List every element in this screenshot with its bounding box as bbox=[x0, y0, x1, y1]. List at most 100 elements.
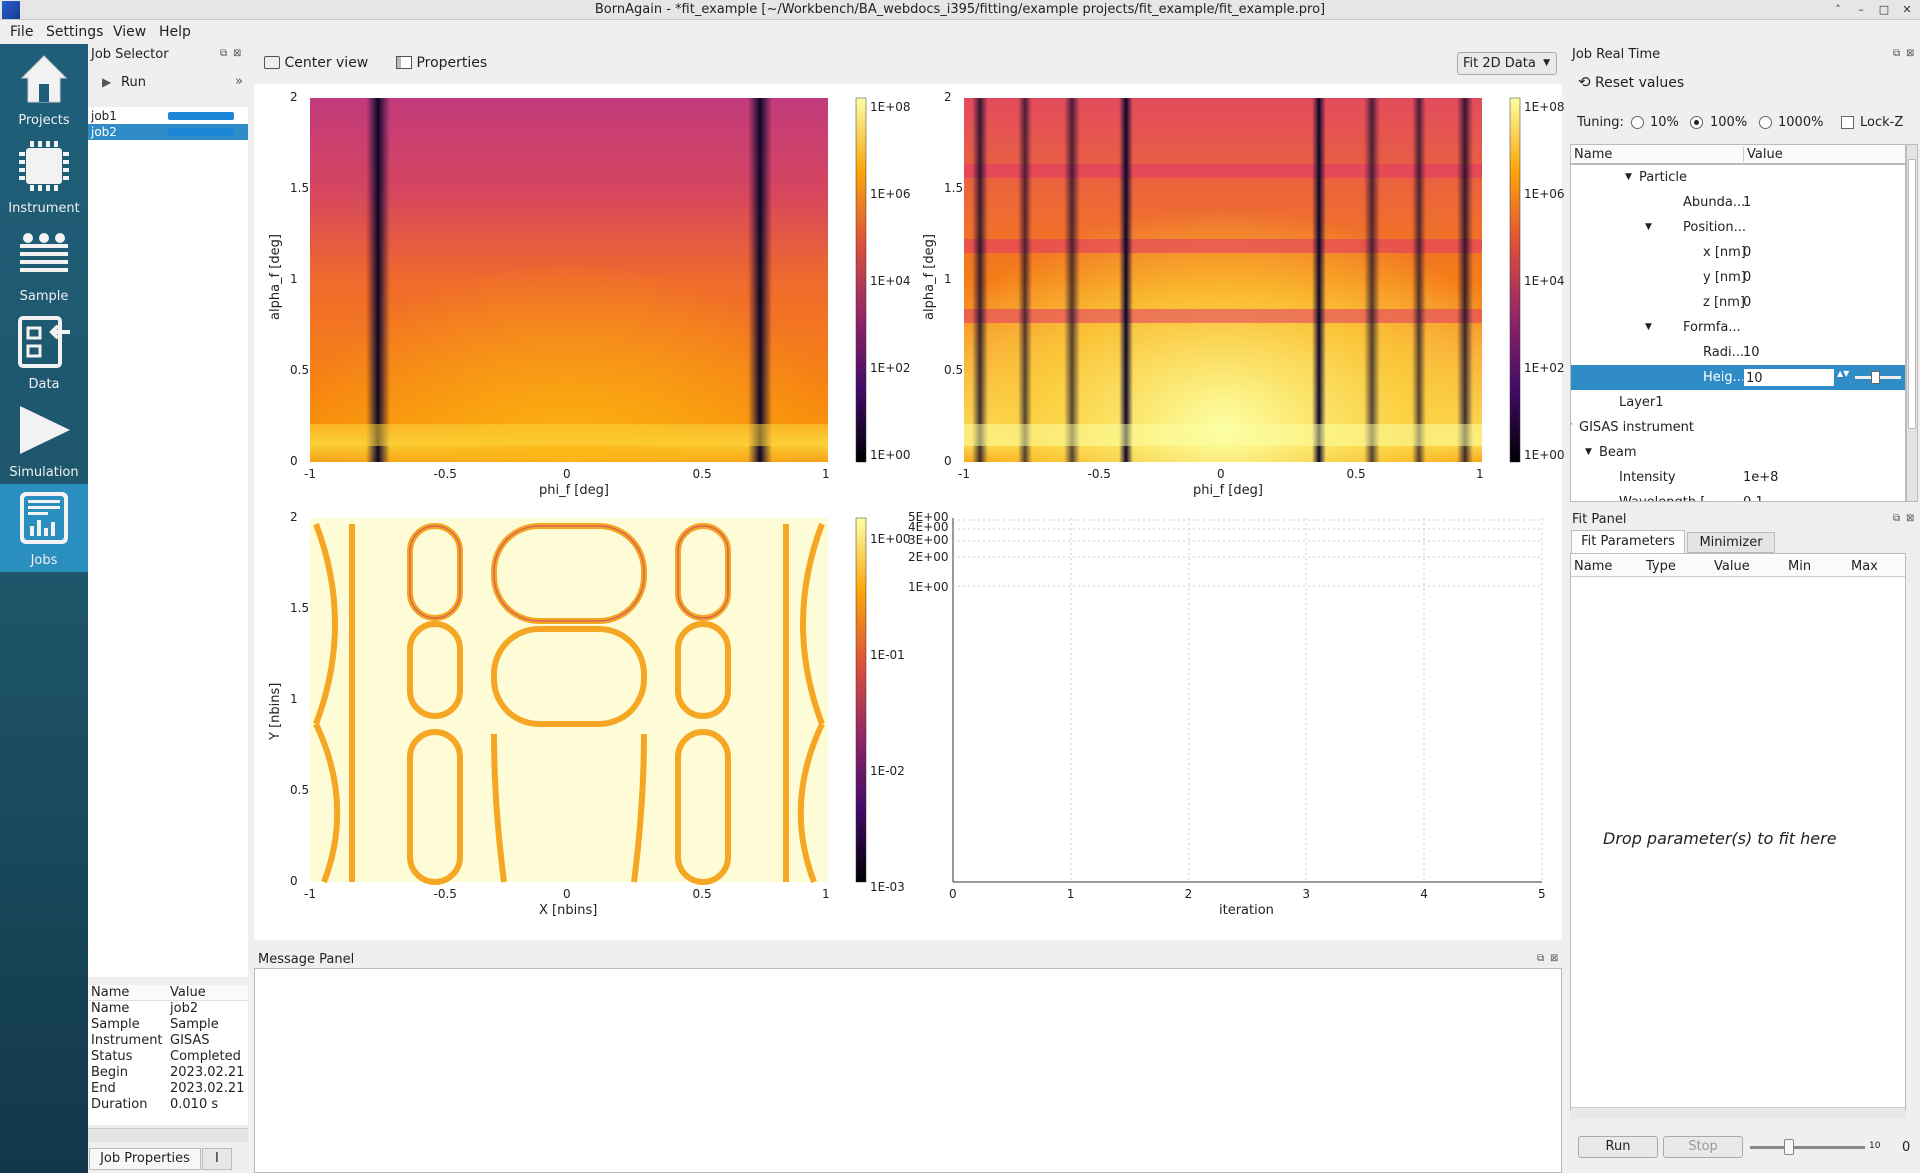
close-icon[interactable]: ⊠ bbox=[1906, 48, 1914, 59]
job-item-job1[interactable]: job1 bbox=[88, 108, 248, 124]
close-icon[interactable]: ⊠ bbox=[1550, 953, 1558, 964]
center-view-button[interactable]: Center view bbox=[264, 55, 368, 71]
tree-row[interactable]: Heig... ▲▼ 10 bbox=[1571, 365, 1905, 390]
y-tick-label: 1E+00 bbox=[908, 580, 949, 594]
tab-job-properties[interactable]: Job Properties bbox=[89, 1148, 201, 1170]
reset-values-button[interactable]: ⟲ Reset values bbox=[1578, 73, 1684, 91]
slider-max-label: 10 bbox=[1869, 1141, 1881, 1151]
sidebar-item-sample[interactable]: Sample bbox=[0, 220, 88, 308]
heatmap-top-left bbox=[310, 98, 828, 462]
tree-header: Name Value bbox=[1570, 144, 1906, 164]
horizontal-scrollbar[interactable] bbox=[88, 1128, 248, 1142]
tree-row[interactable]: Radi... 10 bbox=[1571, 340, 1905, 365]
fit-stop-button[interactable]: Stop bbox=[1663, 1136, 1743, 1158]
table-row[interactable]: End 2023.02.21 bbox=[88, 1081, 248, 1097]
table-row[interactable]: Instrument GISAS bbox=[88, 1033, 248, 1049]
float-icon[interactable]: ⧉ bbox=[1893, 513, 1900, 524]
tree-row[interactable]: Wavelength [0.1 bbox=[1571, 490, 1905, 501]
table-row[interactable]: Name job2 bbox=[88, 1001, 248, 1017]
tree-row-name: y [nm] bbox=[1703, 270, 1746, 285]
run-button[interactable]: Run bbox=[121, 75, 146, 90]
value-slider[interactable] bbox=[1855, 371, 1901, 384]
sidebar-item-simulation[interactable]: Simulation bbox=[0, 396, 88, 484]
tree-row-name: Heig... bbox=[1703, 370, 1746, 385]
slider-handle[interactable] bbox=[1784, 1139, 1794, 1155]
close-icon[interactable]: ⊠ bbox=[233, 48, 241, 59]
tree-row[interactable]: ▼ Formfa... bbox=[1571, 315, 1905, 340]
x-tick-label: 0.5 bbox=[692, 467, 712, 481]
tree-row[interactable]: Layer1 bbox=[1571, 390, 1905, 415]
window-shade-button[interactable]: ˄ bbox=[1830, 2, 1846, 18]
spinbox-arrows-icon[interactable]: ▲▼ bbox=[1837, 369, 1849, 387]
window-close-button[interactable]: ✕ bbox=[1899, 2, 1915, 18]
table-cell: End bbox=[91, 1081, 116, 1096]
slider-handle[interactable] bbox=[1871, 371, 1880, 384]
tree-row[interactable]: ▼ Beam bbox=[1571, 440, 1905, 465]
table-cell: 2023.02.21 bbox=[170, 1081, 245, 1096]
message-panel[interactable] bbox=[254, 968, 1562, 1173]
x-tick-label: 4 bbox=[1420, 887, 1428, 901]
sidebar-item-data[interactable]: Data bbox=[0, 308, 88, 396]
tab-minimizer[interactable]: Minimizer bbox=[1687, 532, 1775, 553]
tree-row[interactable]: Intensity 1e+8 bbox=[1571, 465, 1905, 490]
sidebar-item-jobs[interactable]: Jobs bbox=[0, 484, 88, 572]
tree-row-name: Particle bbox=[1639, 170, 1688, 185]
x-tick-label: 0 bbox=[949, 887, 957, 901]
tree-row[interactable]: ▼ Position... bbox=[1571, 215, 1905, 240]
menu-view[interactable]: View bbox=[113, 24, 146, 40]
sidebar-item-instrument[interactable]: Instrument bbox=[0, 132, 88, 220]
drop-placeholder: Drop parameter(s) to fit here bbox=[1603, 829, 1837, 848]
window-minimize-button[interactable]: – bbox=[1853, 2, 1869, 18]
menu-help[interactable]: Help bbox=[159, 24, 191, 40]
menu-settings[interactable]: Settings bbox=[46, 24, 103, 40]
expand-arrow-icon[interactable]: ▼ bbox=[1625, 165, 1632, 190]
tab-fit-parameters[interactable]: Fit Parameters bbox=[1571, 530, 1685, 553]
colorbar-tick-label: 1E-01 bbox=[870, 648, 905, 662]
table-row[interactable]: Status Completed bbox=[88, 1049, 248, 1065]
fit-run-button[interactable]: Run bbox=[1578, 1136, 1658, 1158]
sidebar-item-projects[interactable]: Projects bbox=[0, 44, 88, 132]
properties-button[interactable]: Properties bbox=[396, 55, 487, 71]
more-button[interactable]: » bbox=[235, 74, 243, 89]
height-value-editor[interactable]: 10 bbox=[1743, 368, 1835, 387]
tab-second[interactable]: I bbox=[202, 1148, 232, 1170]
interval-slider[interactable] bbox=[1750, 1146, 1865, 1149]
menu-file[interactable]: File bbox=[10, 24, 33, 40]
float-icon[interactable]: ⧉ bbox=[1893, 48, 1900, 59]
horizontal-scrollbar[interactable] bbox=[1571, 1107, 1905, 1119]
fit-parameters-area[interactable]: Name Type Value Min Max Drop parameter(s… bbox=[1570, 553, 1906, 1119]
fit-panel-title: Fit Panel bbox=[1572, 512, 1627, 527]
tree-row-value: 0 bbox=[1743, 245, 1752, 260]
table-row[interactable]: Sample Sample bbox=[88, 1017, 248, 1033]
vertical-scrollbar[interactable] bbox=[1906, 144, 1918, 502]
float-icon[interactable]: ⧉ bbox=[220, 48, 227, 59]
float-icon[interactable]: ⧉ bbox=[1537, 953, 1544, 964]
sidebar-item-label: Sample bbox=[19, 289, 69, 304]
tuning-radio-100[interactable] bbox=[1690, 116, 1703, 129]
expand-arrow-icon[interactable]: ▼ bbox=[1571, 415, 1572, 440]
tree-row-name: Layer1 bbox=[1619, 395, 1664, 410]
job-realtime-title: Job Real Time bbox=[1572, 47, 1661, 62]
x-tick-label: -0.5 bbox=[433, 887, 457, 901]
tree-row[interactable]: ▼ GISAS instrument bbox=[1571, 415, 1905, 440]
tree-row[interactable]: Abunda... 1 bbox=[1571, 190, 1905, 215]
tree-row[interactable]: ▼ Particle bbox=[1571, 165, 1905, 190]
mode-select[interactable]: Fit 2D Data ▼ bbox=[1457, 52, 1557, 75]
colorbar-tick-label: 1E+00 bbox=[870, 448, 911, 462]
window-maximize-button[interactable]: □ bbox=[1876, 2, 1892, 18]
tree-row[interactable]: x [nm] 0 bbox=[1571, 240, 1905, 265]
tuning-radio-10[interactable] bbox=[1631, 116, 1644, 129]
expand-arrow-icon[interactable]: ▼ bbox=[1645, 215, 1652, 240]
expand-arrow-icon[interactable]: ▼ bbox=[1585, 440, 1592, 465]
tuning-radio-1000[interactable] bbox=[1759, 116, 1772, 129]
close-icon[interactable]: ⊠ bbox=[1906, 513, 1914, 524]
table-row[interactable]: Duration 0.010 s bbox=[88, 1097, 248, 1113]
job-item-job2[interactable]: job2 bbox=[88, 124, 248, 140]
y-axis-label: alpha_f [deg] bbox=[268, 234, 283, 320]
expand-arrow-icon[interactable]: ▼ bbox=[1645, 315, 1652, 340]
table-row[interactable]: Begin 2023.02.21 bbox=[88, 1065, 248, 1081]
tree-row-name: Formfa... bbox=[1683, 320, 1741, 335]
tree-row[interactable]: z [nm] 0 bbox=[1571, 290, 1905, 315]
lockz-checkbox[interactable] bbox=[1841, 116, 1854, 129]
tree-row[interactable]: y [nm] 0 bbox=[1571, 265, 1905, 290]
